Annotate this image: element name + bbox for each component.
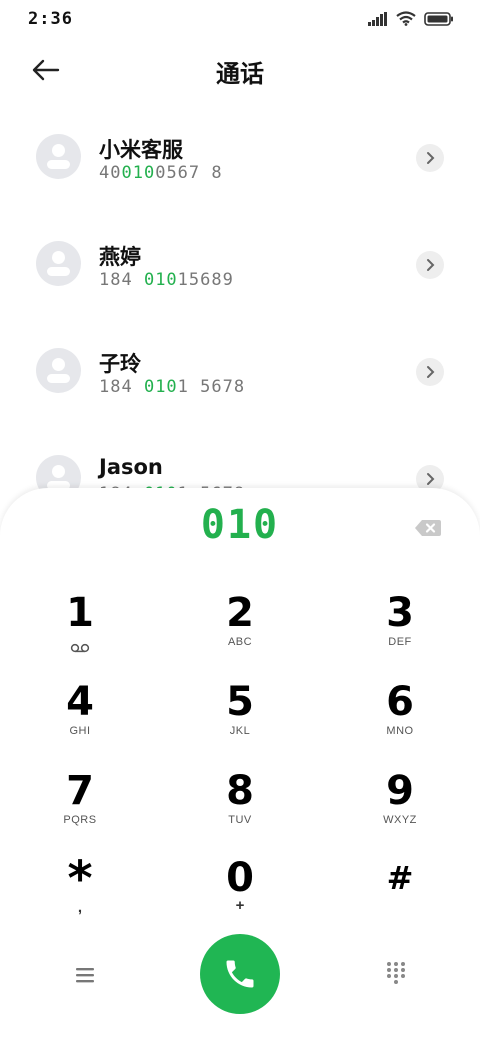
status-time: 2:36	[28, 9, 73, 29]
contact-row[interactable]: 小米客服 400100567 8	[0, 106, 480, 213]
key-digit: #	[386, 859, 414, 897]
key-digit: 2	[226, 590, 254, 636]
backspace-icon	[415, 520, 441, 536]
key-star[interactable]: * ,	[20, 851, 140, 935]
key-digit: 6	[386, 679, 414, 725]
battery-icon	[424, 11, 453, 26]
contact-name: 小米客服	[99, 138, 183, 162]
avatar	[36, 241, 81, 286]
contact-number: 184 0101 5678	[99, 377, 246, 397]
contact-row[interactable]: 子玲 184 0101 5678	[0, 320, 480, 427]
key-digit: 0	[226, 855, 254, 901]
key-letters: DEF	[388, 636, 412, 648]
key-9[interactable]: 9 WXYZ	[340, 770, 460, 848]
status-bar: 2:36	[0, 0, 480, 40]
wifi-icon	[396, 11, 416, 26]
key-letters: TUV	[228, 814, 252, 826]
contact-detail-button[interactable]	[416, 358, 444, 386]
header: 通话	[0, 44, 480, 94]
key-letters: GHI	[69, 725, 91, 737]
chevron-right-icon	[427, 152, 435, 164]
key-digit: 4	[66, 679, 94, 725]
contact-number: 184 01015689	[99, 270, 234, 290]
voicemail-icon	[70, 643, 90, 653]
key-letters: ABC	[227, 636, 253, 648]
key-letters: JKL	[229, 725, 251, 737]
key-4[interactable]: 4 GHI	[20, 681, 140, 759]
key-digit: 8	[226, 768, 254, 814]
contact-name: 燕婷	[99, 245, 141, 269]
key-letters: MNO	[386, 725, 414, 737]
menu-icon	[76, 968, 94, 983]
phone-icon	[226, 960, 254, 988]
key-letters: PQRS	[63, 814, 97, 826]
contact-name: 子玲	[99, 352, 141, 376]
page-title: 通话	[216, 60, 264, 88]
key-5[interactable]: 5 JKL	[180, 681, 300, 759]
key-letters: +	[235, 897, 245, 914]
dialer-bottom-bar	[0, 932, 480, 1016]
key-3[interactable]: 3 DEF	[340, 592, 460, 670]
chevron-right-icon	[427, 259, 435, 271]
contact-number: 400100567 8	[99, 163, 223, 183]
chevron-right-icon	[427, 473, 435, 485]
key-8[interactable]: 8 TUV	[180, 770, 300, 848]
chevron-right-icon	[427, 366, 435, 378]
key-digit: 5	[226, 679, 254, 725]
contact-list: 小米客服 400100567 8 燕婷 184 01015689 子玲 184 …	[0, 106, 480, 534]
key-digit: 7	[66, 768, 94, 814]
menu-button[interactable]	[70, 960, 100, 990]
key-2[interactable]: 2 ABC	[180, 592, 300, 670]
avatar	[36, 348, 81, 393]
key-digit: *	[67, 851, 93, 907]
key-digit: 1	[66, 590, 94, 636]
key-0[interactable]: 0 +	[180, 857, 300, 935]
signal-icon	[368, 11, 387, 26]
status-icons	[368, 11, 454, 26]
key-letters: WXYZ	[383, 814, 417, 826]
key-digit: 9	[386, 768, 414, 814]
keypad-toggle-button[interactable]	[384, 960, 408, 984]
contact-name: Jason	[99, 455, 163, 479]
key-letters: ,	[77, 899, 83, 916]
backspace-button[interactable]	[414, 518, 442, 538]
call-button[interactable]	[200, 934, 280, 1014]
contact-detail-button[interactable]	[416, 251, 444, 279]
dialpad-sheet: 010 1 2 ABC 3 DEF 4 GHI 5 JKL 6 MNO 7 PQ…	[0, 488, 480, 1040]
key-1[interactable]: 1	[20, 592, 140, 670]
key-6[interactable]: 6 MNO	[340, 681, 460, 759]
key-7[interactable]: 7 PQRS	[20, 770, 140, 848]
key-hash[interactable]: #	[340, 857, 460, 935]
contact-detail-button[interactable]	[416, 144, 444, 172]
dialed-number: 010	[200, 502, 280, 548]
dialpad-icon	[387, 962, 405, 984]
avatar	[36, 134, 81, 179]
contact-row[interactable]: 燕婷 184 01015689	[0, 213, 480, 320]
key-digit: 3	[386, 590, 414, 636]
